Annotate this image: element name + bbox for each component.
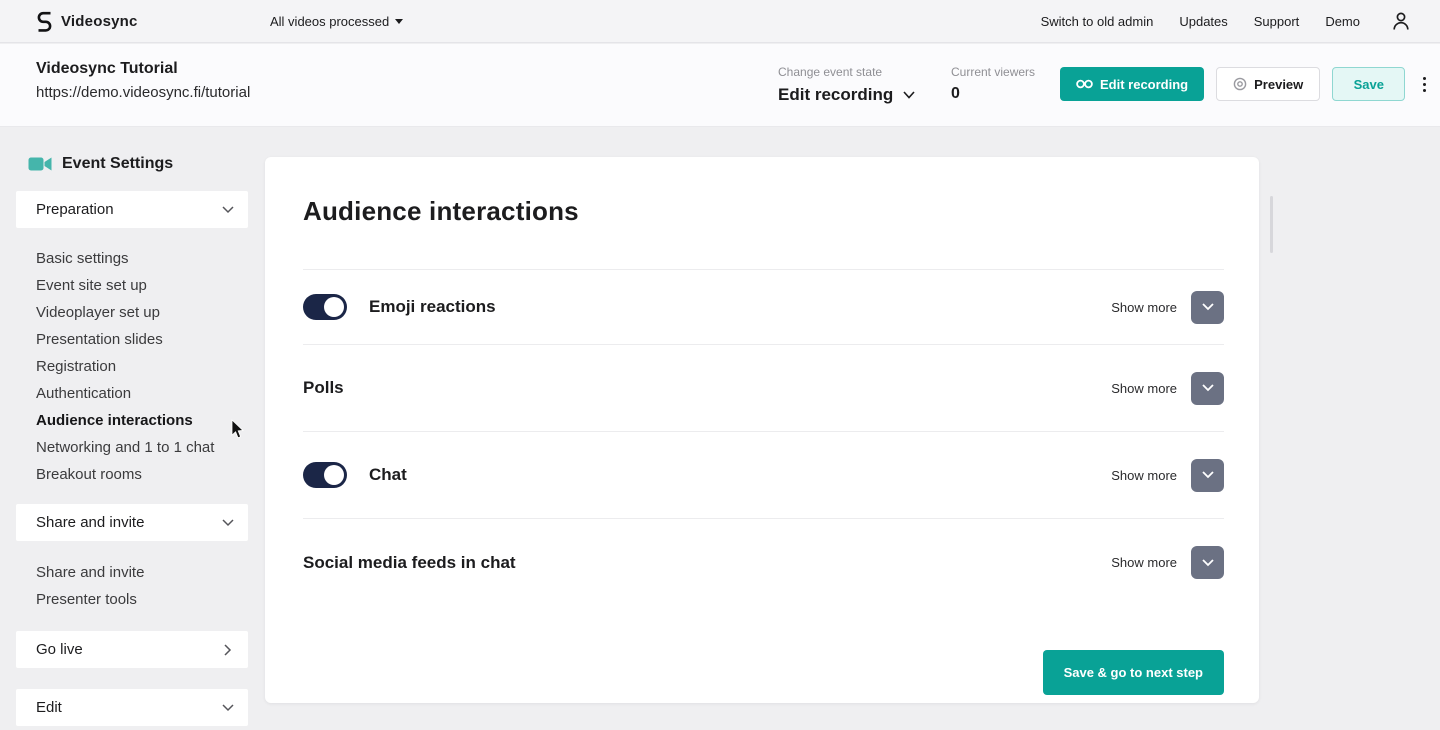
link-switch-old-admin[interactable]: Switch to old admin (1041, 14, 1154, 29)
section-share-and-invite[interactable]: Share and invite (16, 504, 248, 541)
sidebar-item-basic-settings[interactable]: Basic settings (36, 245, 248, 272)
event-url: https://demo.videosync.fi/tutorial (36, 84, 250, 101)
sidebar-item-presenter-tools[interactable]: Presenter tools (36, 586, 248, 613)
feature-row-polls: Polls Show more (303, 345, 1224, 432)
feature-label: Social media feeds in chat (303, 553, 516, 573)
caret-down-icon (395, 19, 403, 24)
chevron-down-icon (222, 519, 234, 527)
more-options-button[interactable] (1419, 73, 1430, 96)
topbar: Videosync All videos processed Switch to… (0, 0, 1440, 43)
event-settings-label: Event Settings (62, 155, 173, 173)
show-more-label[interactable]: Show more (1111, 381, 1177, 396)
save-and-next-step-button[interactable]: Save & go to next step (1043, 650, 1224, 695)
current-viewers-count: 0 (951, 85, 1035, 103)
videos-processed-dropdown[interactable]: All videos processed (270, 14, 403, 29)
share-invite-items: Share and invite Presenter tools (16, 541, 248, 631)
page-title: Videosync Tutorial (36, 60, 250, 78)
show-more-label[interactable]: Show more (1111, 468, 1177, 483)
chevron-down-icon (903, 91, 915, 99)
chevron-down-icon (1202, 303, 1214, 311)
chevron-down-icon (222, 206, 234, 214)
feature-row-chat: Chat Show more (303, 432, 1224, 519)
panel-title: Audience interactions (303, 157, 1224, 227)
feature-row-emoji-reactions: Emoji reactions Show more (303, 270, 1224, 345)
section-go-live[interactable]: Go live (16, 631, 248, 668)
panel-heading-block: Audience interactions (303, 157, 1224, 270)
edit-recording-button[interactable]: Edit recording (1060, 67, 1204, 101)
event-state-label: Change event state (778, 65, 915, 79)
brand-name: Videosync (61, 13, 138, 30)
video-camera-icon (28, 156, 52, 172)
save-button[interactable]: Save (1332, 67, 1405, 101)
section-edit-label: Edit (36, 699, 62, 716)
chat-toggle[interactable] (303, 462, 347, 488)
event-state-block: Change event state Edit recording (778, 65, 915, 105)
expand-social-media-button[interactable] (1191, 546, 1224, 579)
edit-recording-label: Edit recording (1100, 77, 1188, 92)
preview-label: Preview (1254, 77, 1303, 92)
section-preparation[interactable]: Preparation (16, 191, 248, 228)
header-actions: Edit recording Preview Save (1060, 67, 1430, 101)
sidebar-item-share-and-invite[interactable]: Share and invite (36, 559, 248, 586)
section-share-invite-label: Share and invite (36, 514, 144, 531)
event-title-block: Videosync Tutorial https://demo.videosyn… (36, 60, 250, 101)
link-updates[interactable]: Updates (1179, 14, 1227, 29)
event-state-value: Edit recording (778, 85, 893, 105)
audience-interactions-panel: Audience interactions Emoji reactions Sh… (265, 157, 1259, 703)
sidebar-item-authentication[interactable]: Authentication (36, 380, 248, 407)
scrollbar-thumb[interactable] (1270, 196, 1273, 253)
feature-label: Polls (303, 378, 344, 398)
show-more-label[interactable]: Show more (1111, 300, 1177, 315)
event-settings-title: Event Settings (28, 155, 248, 173)
videos-processed-label: All videos processed (270, 14, 389, 29)
feature-label: Emoji reactions (369, 297, 496, 317)
topbar-links: Switch to old admin Updates Support Demo (1041, 11, 1440, 31)
sidebar-item-event-site-set-up[interactable]: Event site set up (36, 272, 248, 299)
show-more-label[interactable]: Show more (1111, 555, 1177, 570)
chevron-down-icon (1202, 559, 1214, 567)
sidebar-item-breakout-rooms[interactable]: Breakout rooms (36, 461, 248, 488)
expand-emoji-reactions-button[interactable] (1191, 291, 1224, 324)
feature-row-social-media-feeds: Social media feeds in chat Show more (303, 519, 1224, 606)
expand-chat-button[interactable] (1191, 459, 1224, 492)
sidebar: Event Settings Preparation Basic setting… (16, 127, 248, 726)
current-viewers-label: Current viewers (951, 65, 1035, 79)
videosync-s-logo-icon (36, 11, 53, 32)
sidebar-item-presentation-slides[interactable]: Presentation slides (36, 326, 248, 353)
record-icon (1076, 79, 1093, 89)
expand-polls-button[interactable] (1191, 372, 1224, 405)
sidebar-item-networking-1to1-chat[interactable]: Networking and 1 to 1 chat (36, 434, 248, 461)
event-header: Videosync Tutorial https://demo.videosyn… (0, 44, 1440, 127)
preview-button[interactable]: Preview (1216, 67, 1320, 101)
link-support[interactable]: Support (1254, 14, 1300, 29)
eye-icon (1233, 77, 1247, 91)
save-label: Save (1354, 77, 1384, 92)
preparation-items: Basic settings Event site set up Videopl… (16, 228, 248, 504)
section-go-live-label: Go live (36, 641, 83, 658)
user-icon (1392, 11, 1410, 31)
videosync-logo[interactable]: Videosync (36, 11, 138, 32)
sidebar-item-registration[interactable]: Registration (36, 353, 248, 380)
link-demo[interactable]: Demo (1325, 14, 1360, 29)
chevron-down-icon (1202, 471, 1214, 479)
chevron-down-icon (1202, 384, 1214, 392)
current-viewers-block: Current viewers 0 (951, 65, 1035, 103)
section-preparation-label: Preparation (36, 201, 114, 218)
event-state-dropdown[interactable]: Edit recording (778, 85, 915, 105)
feature-label: Chat (369, 465, 407, 485)
emoji-reactions-toggle[interactable] (303, 294, 347, 320)
sidebar-item-audience-interactions[interactable]: Audience interactions (36, 407, 248, 434)
section-edit[interactable]: Edit (16, 689, 248, 726)
user-account-button[interactable] (1392, 11, 1410, 31)
chevron-down-icon (222, 704, 234, 712)
sidebar-item-videoplayer-set-up[interactable]: Videoplayer set up (36, 299, 248, 326)
chevron-right-icon (224, 644, 232, 656)
